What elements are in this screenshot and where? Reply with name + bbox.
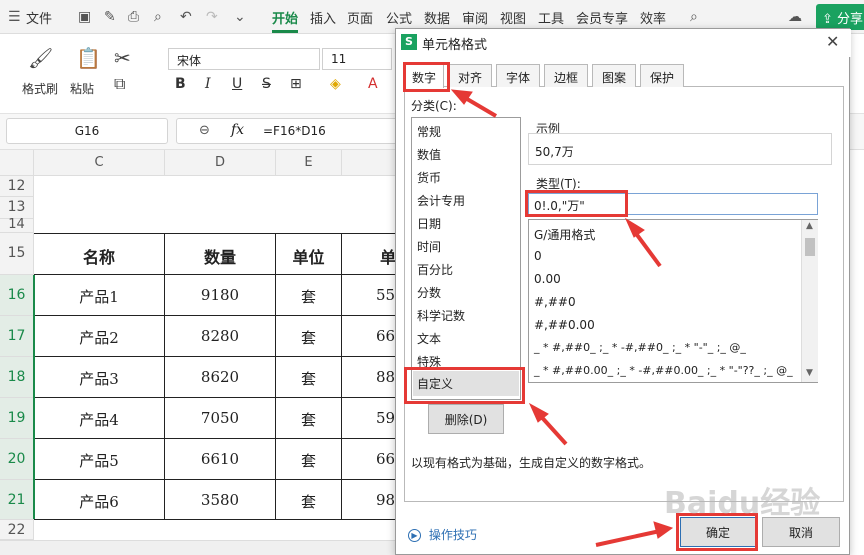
- annotation-arrows: [450, 89, 674, 547]
- arrow-to-ok: [595, 529, 661, 547]
- watermark: Baidu经验: [664, 486, 821, 521]
- arrowhead: [653, 521, 674, 539]
- arrowhead: [624, 217, 645, 238]
